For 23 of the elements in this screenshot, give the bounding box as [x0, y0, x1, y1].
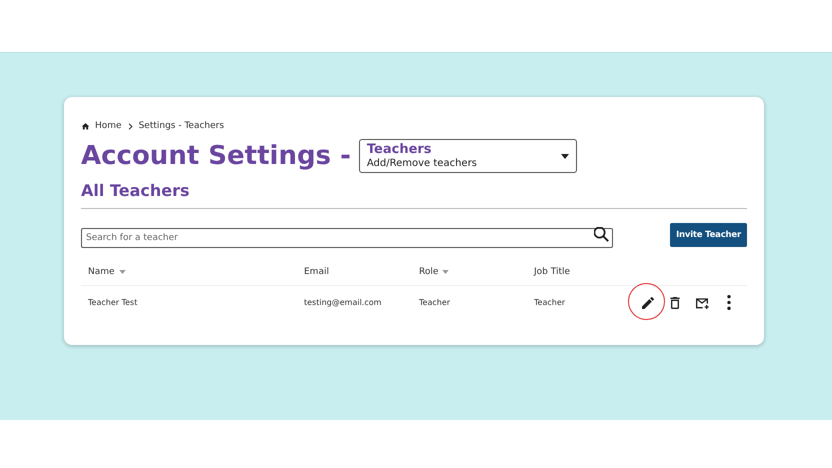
- sort-icon[interactable]: [442, 270, 450, 274]
- column-header: Email: [304, 267, 329, 277]
- table-cell-text: Teacher Test: [87, 297, 138, 309]
- chevron-icon: [126, 122, 134, 130]
- table-cell-text: testing@email.com: [303, 297, 382, 309]
- search-icon: [594, 227, 609, 242]
- table-cell-text: Teacher: [418, 297, 452, 309]
- section-heading: All Teachers: [81, 181, 747, 209]
- column-header: Job Title: [534, 267, 570, 277]
- page-title: Account Settings -: [81, 141, 351, 171]
- search-field[interactable]: Search for a teacher: [81, 228, 613, 248]
- more-icon: [726, 295, 730, 310]
- column-header[interactable]: Role: [419, 267, 438, 277]
- column-header[interactable]: Name: [88, 267, 115, 277]
- breadcrumb-link[interactable]: Home: [95, 121, 122, 131]
- caret-icon: [560, 154, 569, 158]
- invite-teacher-button[interactable]: Invite Teacher: [670, 223, 747, 247]
- sort-icon[interactable]: [118, 270, 126, 274]
- edit-icon: [640, 294, 656, 310]
- home-icon: [81, 122, 90, 130]
- breadcrumb-link[interactable]: Settings - Teachers: [138, 121, 224, 131]
- section-dropdown[interactable]: Teachers Add/Remove teachers: [358, 139, 577, 173]
- table-cell-text: Teacher: [533, 297, 566, 309]
